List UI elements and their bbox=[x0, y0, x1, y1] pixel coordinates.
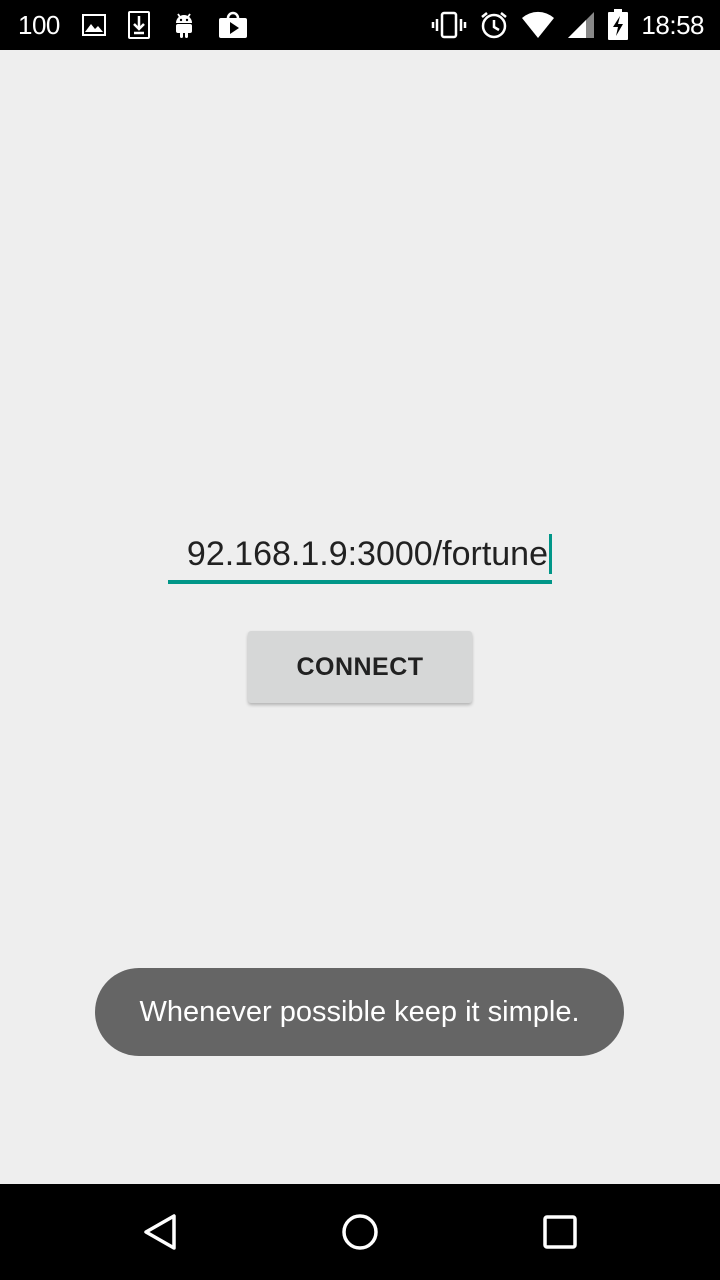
clock-text: 18:58 bbox=[641, 9, 704, 40]
vibrate-icon bbox=[431, 11, 467, 39]
url-input[interactable]: 92.168.1.9:3000/fortune bbox=[187, 534, 552, 574]
wifi-icon bbox=[521, 11, 555, 39]
battery-percent-text: 100 bbox=[18, 9, 60, 40]
recents-button[interactable] bbox=[536, 1208, 584, 1256]
status-left-group: 100 bbox=[18, 0, 248, 50]
text-cursor bbox=[549, 534, 552, 574]
recents-icon bbox=[543, 1215, 577, 1249]
play-store-icon bbox=[218, 11, 248, 39]
url-input-underline bbox=[168, 580, 552, 584]
back-button[interactable] bbox=[136, 1208, 184, 1256]
home-icon bbox=[342, 1214, 378, 1250]
image-icon bbox=[81, 13, 106, 37]
connect-button[interactable]: CONNECT bbox=[248, 631, 472, 703]
navigation-bar bbox=[0, 1184, 720, 1280]
cellular-icon bbox=[567, 11, 595, 39]
toast-text: Whenever possible keep it simple. bbox=[139, 995, 580, 1028]
app-screen: 100 18:58 92.168.1.9:3000/fortune CONNEC… bbox=[0, 0, 720, 1280]
home-button[interactable] bbox=[336, 1208, 384, 1256]
url-input-value: 92.168.1.9:3000/fortune bbox=[186, 535, 548, 573]
toast-message: Whenever possible keep it simple. bbox=[95, 968, 624, 1056]
alarm-icon bbox=[479, 10, 509, 40]
status-right-group: 18:58 bbox=[431, 0, 704, 50]
url-input-container[interactable]: 92.168.1.9:3000/fortune bbox=[168, 524, 552, 586]
android-icon bbox=[172, 11, 196, 39]
battery-charging-icon bbox=[607, 9, 629, 41]
status-bar: 100 18:58 bbox=[0, 0, 720, 50]
back-icon bbox=[144, 1214, 176, 1250]
download-icon bbox=[127, 11, 150, 39]
